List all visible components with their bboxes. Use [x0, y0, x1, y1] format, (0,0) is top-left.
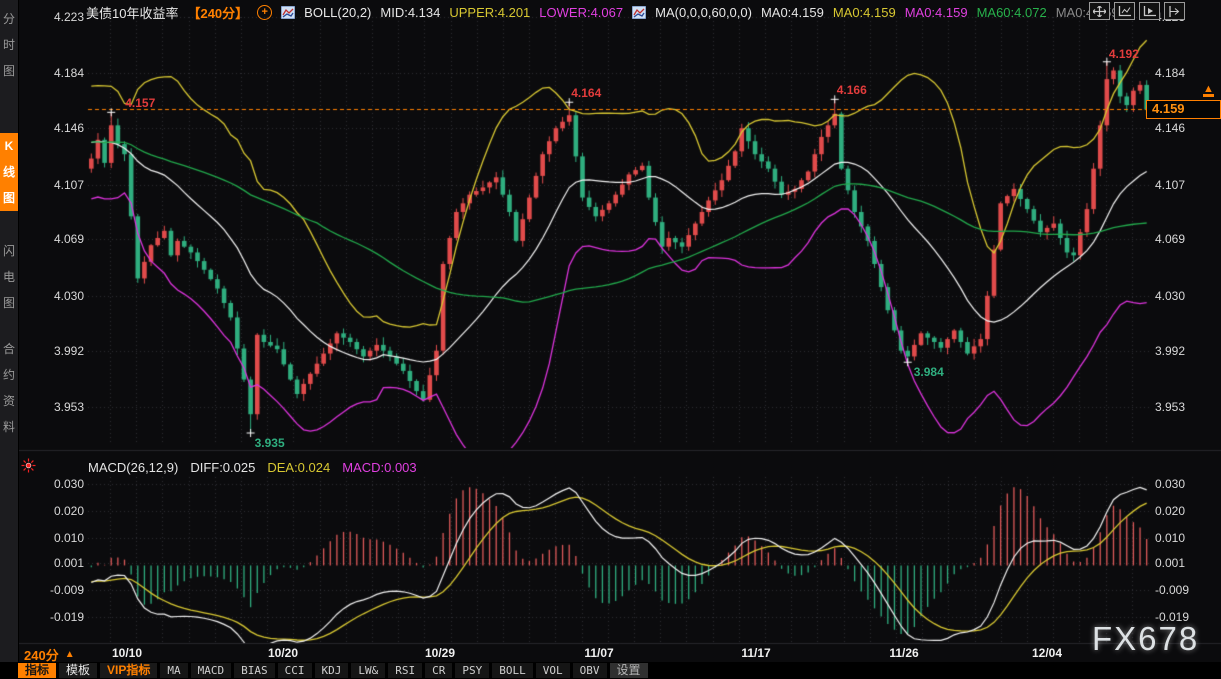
- macd-macd-value: MACD:0.003: [342, 460, 416, 475]
- macd-sparkle-icon[interactable]: [21, 458, 36, 478]
- axis-label: -0.019: [36, 610, 84, 624]
- axis-label: 4.184: [36, 66, 84, 80]
- axis-label: 3.992: [1155, 344, 1185, 358]
- toolbar-button-CCI[interactable]: CCI: [278, 663, 312, 678]
- toolbar-button-PSY[interactable]: PSY: [455, 663, 489, 678]
- price-annotation: 4.166: [837, 83, 867, 97]
- macd-header: MACD(26,12,9) DIFF:0.025 DEA:0.024 MACD:…: [88, 460, 417, 475]
- price-annotation: 4.192: [1109, 47, 1139, 61]
- ma-value: MA60:4.072: [977, 5, 1047, 20]
- watermark: FX678: [1092, 620, 1199, 658]
- trading-app: 分时图 K线图闪电图合约资料 美债10年收益率 【240分】 + BOLL(20,…: [0, 0, 1221, 679]
- toolbar-button-模板[interactable]: 模板: [59, 663, 97, 678]
- axis-label: 4.069: [36, 232, 84, 246]
- toolbar-button-BIAS[interactable]: BIAS: [234, 663, 275, 678]
- axis-label: 0.001: [1155, 556, 1185, 570]
- boll-mid-value: MID:4.134: [380, 5, 440, 20]
- ma-value: MA0:4.159: [833, 5, 896, 20]
- toolbar-button-LW&[interactable]: LW&: [351, 663, 385, 678]
- toolbar-button-MACD[interactable]: MACD: [191, 663, 232, 678]
- instrument-title: 美债10年收益率: [86, 3, 178, 22]
- triangle-up-icon: ▲: [65, 649, 75, 660]
- toolbar-button-KDJ[interactable]: KDJ: [315, 663, 349, 678]
- toolbar-button-MA[interactable]: MA: [160, 663, 187, 678]
- axis-label: 0.010: [36, 531, 84, 545]
- axis-label: -0.009: [36, 583, 84, 597]
- axis-label: 0.001: [36, 556, 84, 570]
- toolbar-button-BOLL[interactable]: BOLL: [492, 663, 533, 678]
- boll-upper-value: UPPER:4.201: [449, 5, 530, 20]
- axis-label: 0.020: [1155, 504, 1185, 518]
- sidebar-tab-3[interactable]: 闪电图: [0, 238, 18, 316]
- toolbar-button-设置[interactable]: 设置: [610, 663, 648, 678]
- date-label: 10/10: [112, 646, 142, 660]
- sidebar-tab-2[interactable]: K线图: [0, 133, 18, 211]
- toolbar-button-VOL[interactable]: VOL: [536, 663, 570, 678]
- kline-chart-canvas[interactable]: [0, 0, 1221, 679]
- pan-move-icon[interactable]: [1089, 2, 1110, 20]
- ma-chart-icon: [632, 6, 646, 19]
- ma-values: MA0:4.159MA0:4.159MA0:4.159MA60:4.072MA0…: [761, 5, 1119, 20]
- date-label: 11/07: [584, 646, 613, 660]
- toolbar-button-OBV[interactable]: OBV: [573, 663, 607, 678]
- sidebar: 分时图 K线图闪电图合约资料: [0, 0, 19, 662]
- ma-value: MA0:4.159: [905, 5, 968, 20]
- date-label: 10/20: [268, 646, 298, 660]
- sidebar-tab-1[interactable]: 分时图: [0, 6, 18, 84]
- boll-chart-icon: [281, 6, 295, 19]
- add-indicator-icon[interactable]: +: [257, 5, 272, 20]
- axis-label: 3.953: [36, 400, 84, 414]
- axis-label: 0.010: [1155, 531, 1185, 545]
- axis-zoom-icon[interactable]: [1114, 2, 1135, 20]
- sidebar-tab-4[interactable]: 合约资料: [0, 336, 18, 440]
- axis-label: 4.146: [1155, 121, 1185, 135]
- date-label: 10/29: [425, 646, 455, 660]
- axis-label: 0.030: [1155, 477, 1185, 491]
- ma-label: MA(0,0,0,60,0,0): [655, 5, 752, 20]
- last-price-value: 4.159: [1152, 101, 1185, 116]
- period-label: 【240分】: [187, 3, 248, 22]
- toolbar-button-RSI[interactable]: RSI: [388, 663, 422, 678]
- scroll-to-latest-icon[interactable]: ▲: [1203, 84, 1214, 97]
- axis-label: -0.009: [1155, 583, 1189, 597]
- toolbar-button-CR[interactable]: CR: [425, 663, 452, 678]
- axis-label: 3.992: [36, 344, 84, 358]
- macd-dea-value: DEA:0.024: [267, 460, 330, 475]
- macd-label: MACD(26,12,9): [88, 460, 178, 475]
- axis-play-icon[interactable]: [1139, 2, 1160, 20]
- date-label: 11/17: [741, 646, 770, 660]
- axis-label: 4.107: [36, 178, 84, 192]
- pane-shift-icon[interactable]: [1164, 2, 1185, 20]
- date-label: 11/26: [889, 646, 918, 660]
- boll-label: BOLL(20,2): [304, 5, 371, 20]
- axis-label: 0.030: [36, 477, 84, 491]
- price-annotation: 4.157: [125, 96, 155, 110]
- price-annotation: 3.935: [255, 436, 285, 450]
- axis-label: 4.184: [1155, 66, 1185, 80]
- window-controls: [1089, 2, 1185, 20]
- axis-label: 4.107: [1155, 178, 1185, 192]
- ma-value: MA0:4.159: [761, 5, 824, 20]
- date-label: 12/04: [1032, 646, 1062, 660]
- axis-label: 0.020: [36, 504, 84, 518]
- axis-label: 4.030: [1155, 289, 1185, 303]
- boll-lower-value: LOWER:4.067: [539, 5, 623, 20]
- toolbar-button-VIP指标[interactable]: VIP指标: [100, 663, 157, 678]
- axis-label: 4.223: [36, 10, 84, 24]
- axis-label: 3.953: [1155, 400, 1185, 414]
- axis-label: 4.030: [36, 289, 84, 303]
- axis-label: 4.146: [36, 121, 84, 135]
- toolbar-button-指标[interactable]: 指标: [18, 663, 56, 678]
- last-price-box: 4.159: [1146, 100, 1221, 119]
- axis-label: 4.069: [1155, 232, 1185, 246]
- price-annotation: 4.164: [571, 86, 601, 100]
- price-annotation: 3.984: [914, 365, 944, 379]
- chart-header: 美债10年收益率 【240分】 + BOLL(20,2) MID:4.134 U…: [86, 3, 1119, 22]
- macd-diff-value: DIFF:0.025: [190, 460, 255, 475]
- indicator-toolbar: 指标模板VIP指标MA MACDBIASCCIKDJLW&RSICRPSYBOLL…: [0, 662, 1221, 679]
